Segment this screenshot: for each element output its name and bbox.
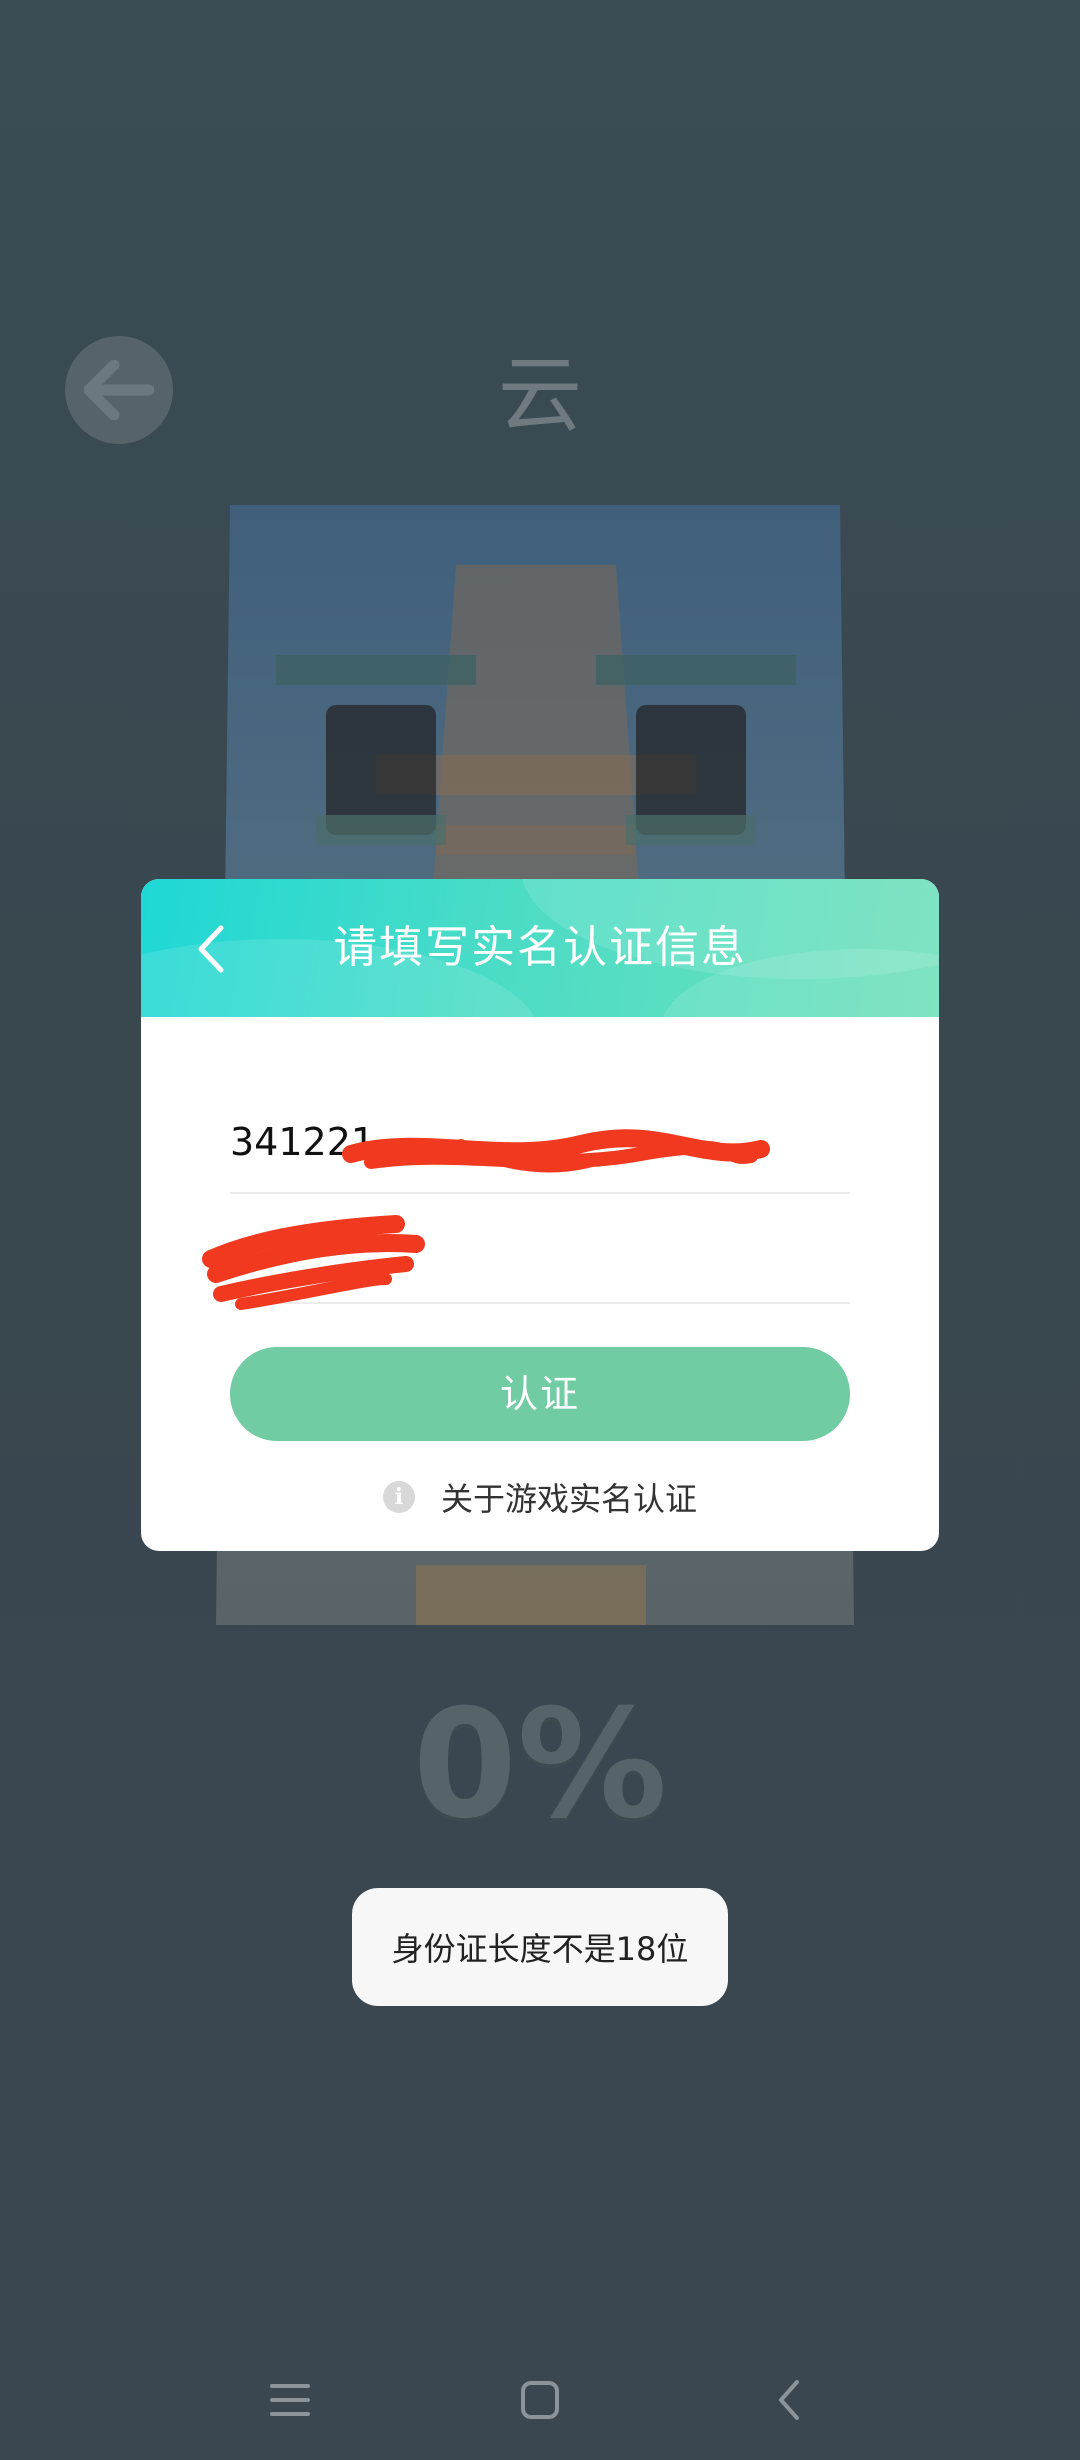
system-nav-bar xyxy=(0,2340,1080,2460)
dialog-back-button[interactable] xyxy=(181,919,241,979)
home-icon xyxy=(521,2381,559,2419)
about-real-name-link[interactable]: i 关于游戏实名认证 xyxy=(141,1467,939,1527)
info-icon: i xyxy=(382,1481,415,1513)
nav-home-button[interactable] xyxy=(500,2360,580,2440)
loading-percent: 0% xyxy=(412,1678,668,1852)
toast-text: 身份证长度不是18位 xyxy=(391,1930,689,1968)
real-name-dialog: 请填写实名认证信息 341221 认证 i 关于游戏实名认证 xyxy=(141,879,939,1551)
menu-icon xyxy=(270,2384,310,2416)
verify-button[interactable]: 认证 xyxy=(230,1347,850,1441)
dialog-header: 请填写实名认证信息 xyxy=(141,879,939,1017)
about-real-name-label: 关于游戏实名认证 xyxy=(440,1480,697,1518)
id-number-value: 341221 xyxy=(230,1120,376,1164)
toast-message: 身份证长度不是18位 xyxy=(352,1888,728,2006)
dialog-title: 请填写实名认证信息 xyxy=(333,922,747,973)
nav-back-button[interactable] xyxy=(750,2360,830,2440)
nav-menu-button[interactable] xyxy=(250,2360,330,2440)
name-field[interactable] xyxy=(230,1202,850,1304)
chevron-left-icon xyxy=(198,925,224,973)
id-number-field[interactable]: 341221 xyxy=(230,1092,850,1194)
game-title: 云 xyxy=(497,346,582,444)
back-icon xyxy=(779,2380,799,2420)
